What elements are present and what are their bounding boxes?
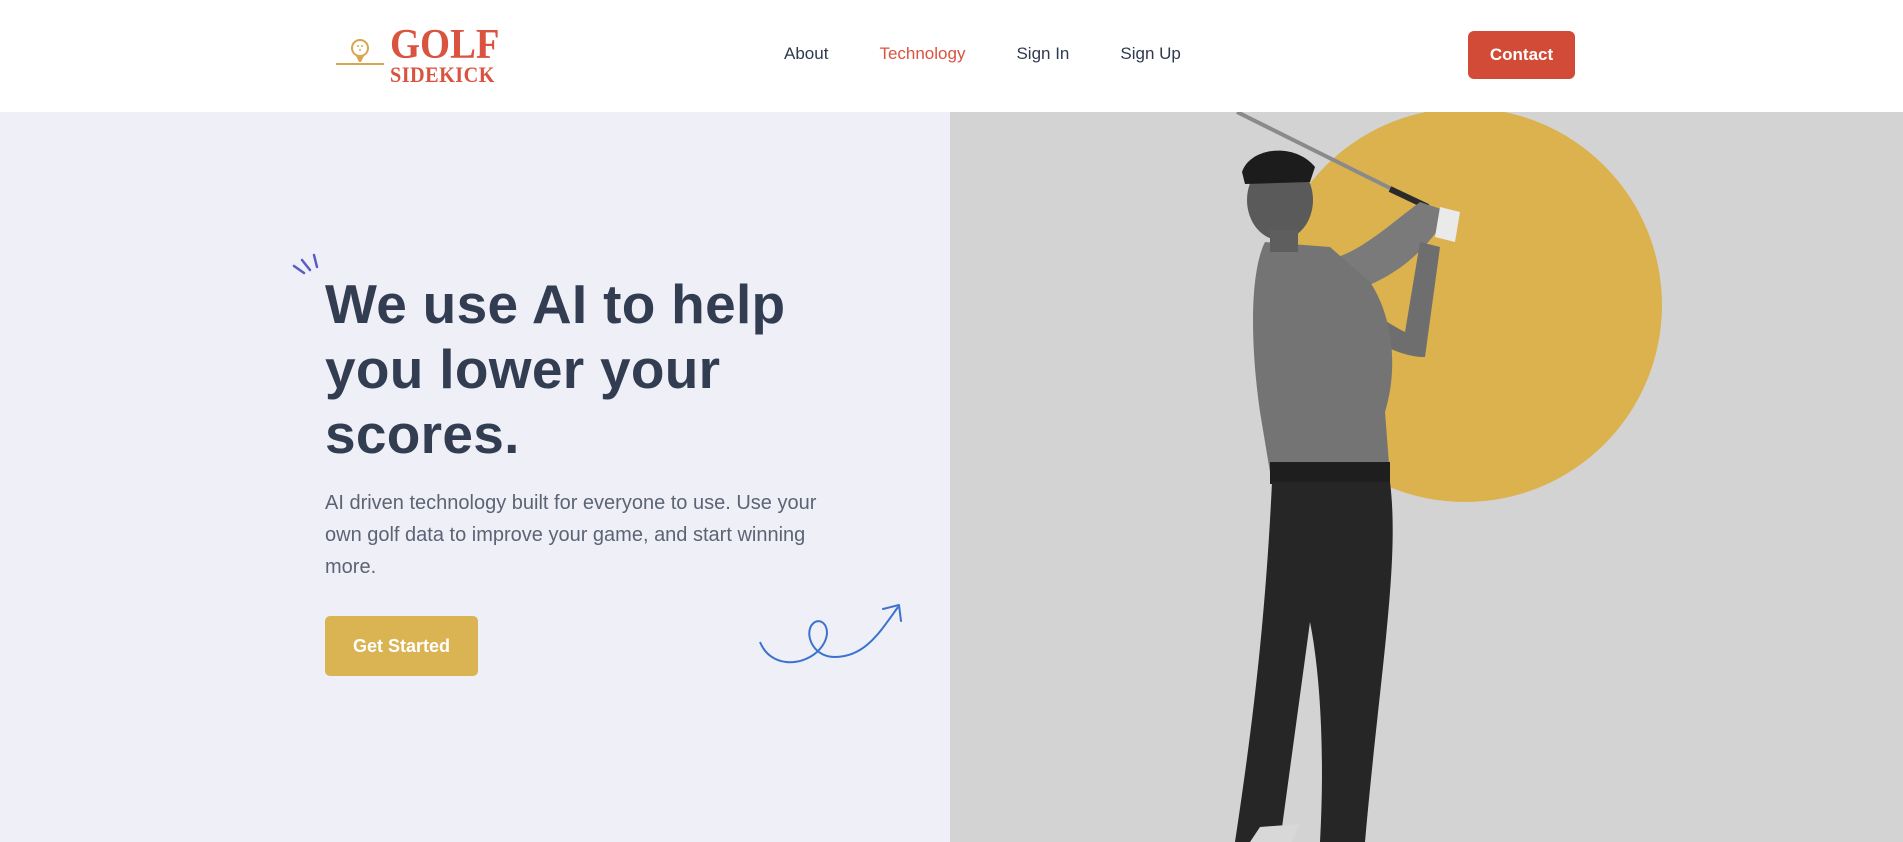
hero-text-panel: We use AI to help you lower your scores.… bbox=[0, 112, 950, 842]
logo[interactable]: GOLF SIDEKICK bbox=[334, 24, 504, 86]
logo-line-2: SIDEKICK bbox=[390, 62, 495, 87]
site-header: GOLF SIDEKICK About Technology Sign In S… bbox=[0, 0, 1903, 112]
golfer-swing-photo bbox=[1235, 112, 1662, 842]
hero-image-panel bbox=[950, 112, 1903, 842]
swirl-arrow-decoration-icon bbox=[759, 604, 902, 664]
page: GOLF SIDEKICK About Technology Sign In S… bbox=[0, 0, 1903, 842]
golf-tee-ball-icon bbox=[336, 39, 384, 65]
main-nav: About Technology Sign In Sign Up bbox=[784, 42, 1232, 66]
logo-text: GOLF SIDEKICK bbox=[390, 24, 509, 86]
sparkle-decoration-icon bbox=[292, 253, 319, 275]
nav-sign-up[interactable]: Sign Up bbox=[1120, 42, 1180, 66]
nav-sign-in[interactable]: Sign In bbox=[1016, 42, 1069, 66]
hero-title: We use AI to help you lower your scores. bbox=[325, 273, 786, 465]
logo-line-1: GOLF bbox=[390, 22, 500, 68]
get-started-button[interactable]: Get Started bbox=[325, 616, 478, 676]
contact-button[interactable]: Contact bbox=[1468, 31, 1575, 79]
hero-subtitle: AI driven technology built for everyone … bbox=[325, 492, 817, 578]
nav-about[interactable]: About bbox=[784, 42, 828, 66]
nav-technology[interactable]: Technology bbox=[879, 42, 965, 66]
